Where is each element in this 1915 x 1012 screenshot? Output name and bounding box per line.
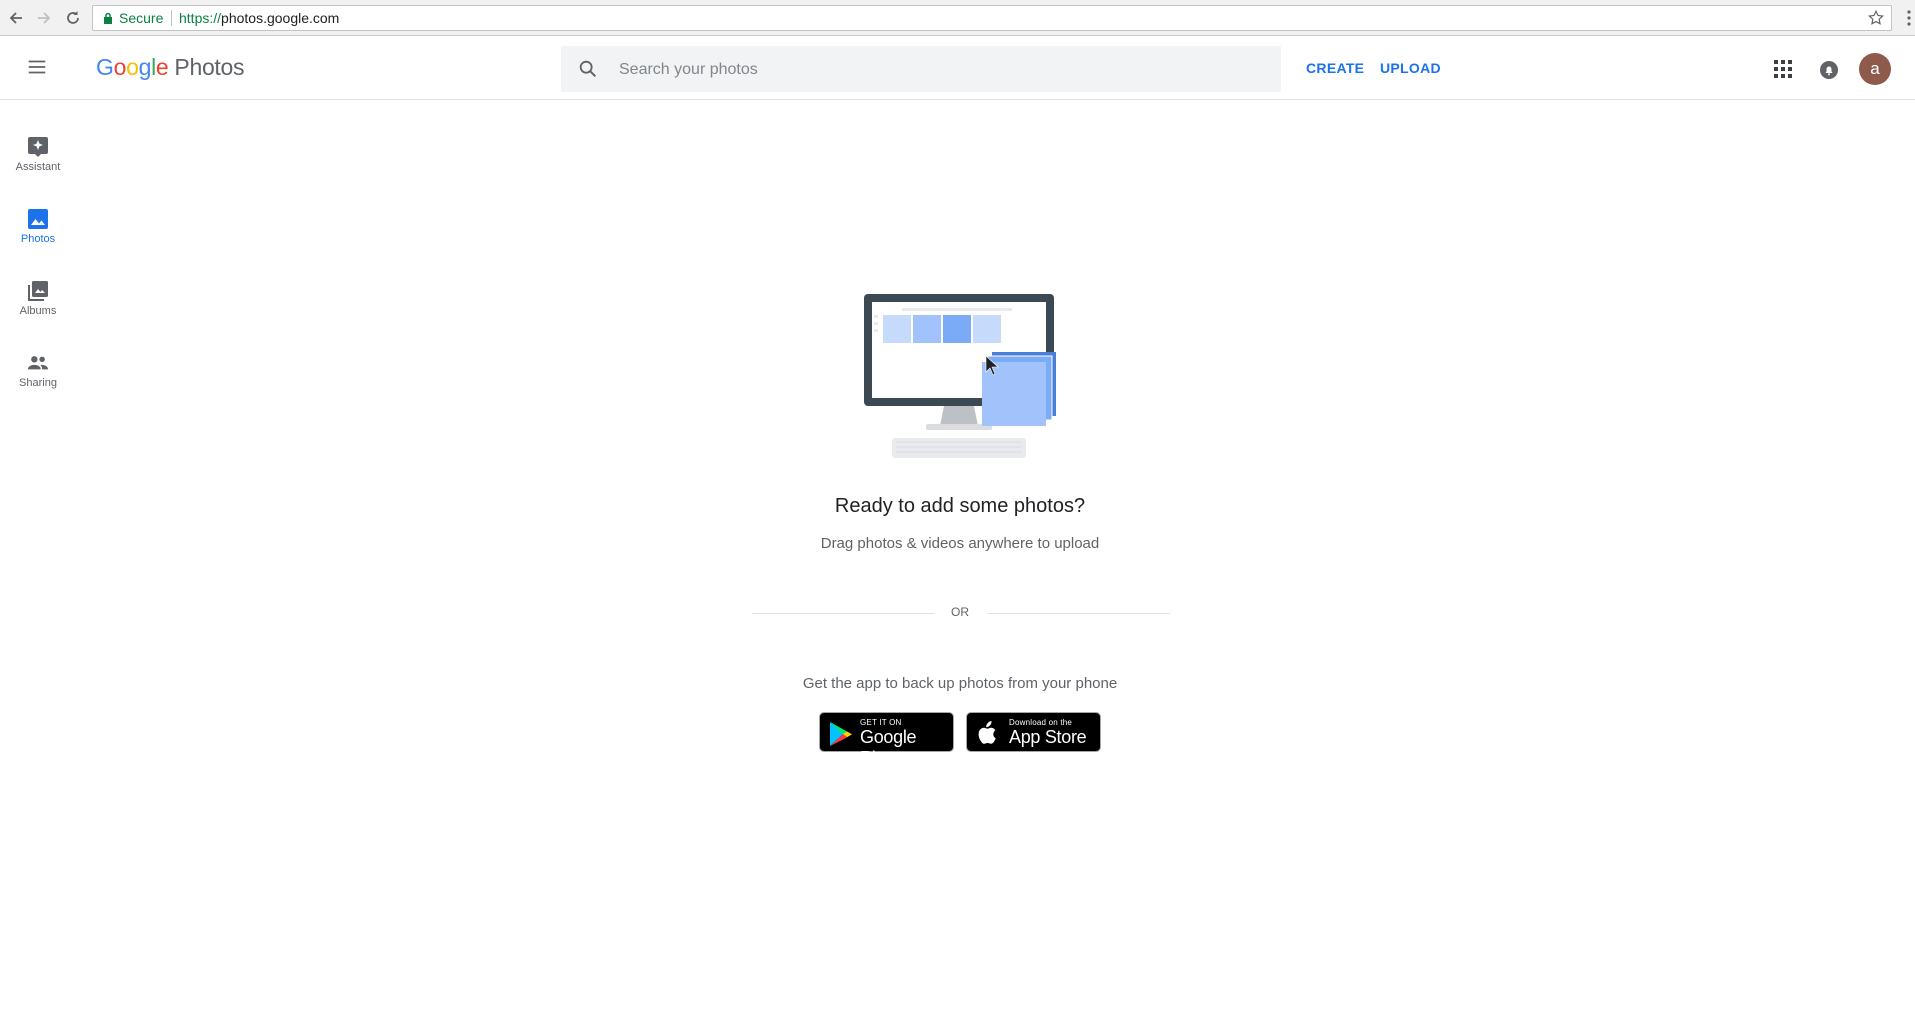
forward-arrow-icon[interactable] <box>34 8 54 28</box>
reload-icon[interactable] <box>63 8 83 28</box>
logo-letter-g: G <box>96 54 114 80</box>
empty-state-title: Ready to add some photos? <box>834 495 1086 517</box>
secure-label: Secure <box>119 10 164 26</box>
app-header: GooglePhotos CREATE UPLOAD a <box>0 36 1915 100</box>
albums-icon <box>0 280 76 302</box>
sidebar-item-assistant[interactable]: Assistant <box>0 136 76 196</box>
search-bar[interactable] <box>561 46 1281 92</box>
logo-letter-g2: g <box>138 54 152 80</box>
browser-toolbar: Secure https://photos.google.com <box>0 0 1915 36</box>
product-name: Photos <box>174 54 245 80</box>
apple-icon <box>975 721 999 747</box>
sidebar-item-sharing[interactable]: Sharing <box>0 352 76 412</box>
sidebar-item-label: Albums <box>19 305 57 317</box>
assistant-icon <box>0 136 76 158</box>
divider-right <box>988 613 1170 614</box>
kebab-menu-icon[interactable] <box>1905 8 1913 28</box>
logo-letter-o1: o <box>113 54 127 80</box>
google-play-big-text: Google Play <box>860 727 917 768</box>
or-divider-text: OR <box>951 605 969 619</box>
star-icon[interactable] <box>1867 9 1885 27</box>
google-play-icon <box>828 721 854 747</box>
logo-letter-e: e <box>155 54 169 80</box>
empty-state-illustration <box>862 290 1068 466</box>
url-scheme: https:// <box>179 10 222 26</box>
address-bar[interactable]: Secure https://photos.google.com <box>92 5 1892 31</box>
main-menu-icon[interactable] <box>26 56 48 78</box>
sharing-icon <box>0 352 76 374</box>
notifications-icon[interactable] <box>1819 60 1839 80</box>
omnibox-divider <box>171 10 172 26</box>
logo-letter-o2: o <box>126 54 139 80</box>
sidebar-item-label: Assistant <box>15 161 61 173</box>
back-arrow-icon[interactable] <box>6 8 26 28</box>
sidebar-item-albums[interactable]: Albums <box>0 280 76 340</box>
photos-icon <box>0 208 76 230</box>
google-play-badge[interactable]: GET IT ON Google Play <box>819 712 954 768</box>
get-app-prompt: Get the app to back up photos from your … <box>802 675 1118 692</box>
app-store-big-text: App Store <box>1009 727 1087 747</box>
app-store-small-text: Download on the <box>1009 718 1073 727</box>
google-play-small-text: GET IT ON <box>860 718 902 727</box>
empty-state-subtitle: Drag photos & videos anywhere to upload <box>820 535 1100 552</box>
search-input[interactable] <box>617 57 1261 83</box>
sidebar-item-photos[interactable]: Photos <box>0 208 76 268</box>
app-store-badge[interactable]: Download on the App Store <box>966 712 1101 752</box>
divider-left <box>752 613 934 614</box>
apps-grid-icon[interactable] <box>1774 60 1792 78</box>
search-icon[interactable] <box>577 58 599 80</box>
url-text[interactable]: https://photos.google.com <box>179 10 339 26</box>
avatar[interactable]: a <box>1859 53 1891 85</box>
upload-button[interactable]: UPLOAD <box>1380 60 1441 76</box>
sidebar-item-label: Photos <box>20 233 56 245</box>
sidebar-item-label: Sharing <box>19 377 57 389</box>
lock-icon <box>103 12 113 24</box>
url-host: photos.google.com <box>221 10 340 26</box>
google-photos-logo[interactable]: Google Photos <box>96 54 245 81</box>
create-button[interactable]: CREATE <box>1306 60 1364 76</box>
